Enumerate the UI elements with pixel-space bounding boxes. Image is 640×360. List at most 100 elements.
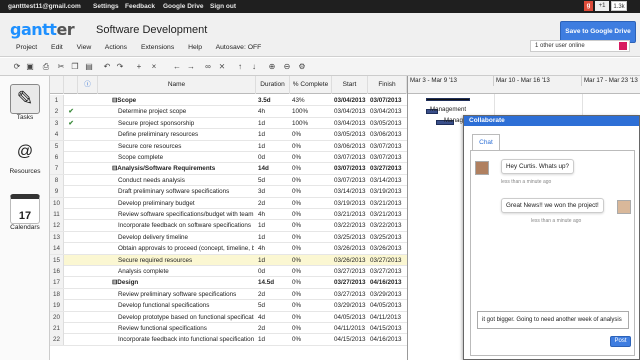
task-duration[interactable]: 2d (256, 198, 288, 209)
task-percent-complete[interactable]: 0% (290, 220, 330, 231)
table-row[interactable]: 1 ⊟Scope 3.5d 43% 03/04/2013 03/07/2013 (50, 95, 407, 107)
task-percent-complete[interactable]: 0% (290, 266, 330, 277)
table-row[interactable]: 13 Develop delivery timeline 1d 0% 03/25/201… (50, 231, 407, 244)
table-row[interactable]: 8 Conduct needs analysis 5d 0% 03/07/2013 03/… (50, 174, 407, 187)
task-finish[interactable]: 03/06/2013 (368, 129, 406, 140)
column-name[interactable]: Name (98, 76, 256, 94)
collaborate-title[interactable]: Collaborate (464, 116, 639, 126)
task-name[interactable]: Incorporate feedback into functional spe… (112, 334, 254, 345)
task-duration[interactable]: 5d (256, 175, 288, 186)
task-percent-complete[interactable]: 0% (290, 163, 330, 174)
task-start[interactable]: 03/04/2013 (332, 95, 368, 106)
task-percent-complete[interactable]: 0% (290, 243, 330, 254)
insert-task-icon[interactable]: + (134, 62, 144, 72)
task-finish[interactable]: 03/04/2013 (368, 106, 406, 117)
tab-chat[interactable]: Chat (472, 134, 500, 151)
document-title[interactable]: Software Development (96, 24, 207, 36)
task-percent-complete[interactable]: 0% (290, 277, 330, 288)
task-finish[interactable]: 03/19/2013 (368, 186, 406, 197)
task-name[interactable]: Develop functional specifications (112, 300, 254, 311)
task-duration[interactable]: 14.5d (256, 277, 288, 288)
task-duration[interactable]: 1d (256, 334, 288, 345)
move-up-icon[interactable]: ↑ (235, 62, 245, 72)
table-row[interactable]: 10 Develop preliminary budget 2d 0% 03/19/20… (50, 197, 407, 209)
table-row[interactable]: 12 Incorporate feedback on software speci… (50, 220, 407, 232)
table-row[interactable]: 6 Scope complete 0d 0% 03/07/2013 03/07/2013 (50, 152, 407, 164)
task-duration[interactable]: 0d (256, 266, 288, 277)
sign-out-link[interactable]: Sign out (210, 3, 236, 10)
task-start[interactable]: 03/21/2013 (332, 209, 368, 220)
task-start[interactable]: 03/07/2013 (332, 175, 368, 186)
zoom-out-icon[interactable]: ⊖ (282, 62, 292, 72)
delete-task-icon[interactable]: × (149, 62, 159, 72)
task-percent-complete[interactable]: 0% (290, 186, 330, 197)
google-drive-link[interactable]: Google Drive (163, 3, 203, 10)
task-percent-complete[interactable]: 0% (290, 323, 330, 334)
menu-edit[interactable]: Edit (51, 44, 63, 51)
gantter-logo[interactable]: gantter (10, 20, 75, 39)
table-row[interactable]: 7 ⊟Analysis/Software Requirements 14d 0% 03/… (50, 163, 407, 175)
task-finish[interactable]: 04/11/2013 (368, 312, 406, 323)
task-percent-complete[interactable]: 0% (290, 334, 330, 345)
task-name[interactable]: Analysis complete (112, 266, 254, 277)
table-row[interactable]: 9 Draft preliminary software specificatio… (50, 186, 407, 198)
task-name[interactable]: Scope complete (112, 152, 254, 163)
task-start[interactable]: 03/07/2013 (332, 163, 368, 174)
task-name[interactable]: Obtain approvals to proceed (concept, ti… (112, 243, 254, 254)
task-finish[interactable]: 04/15/2013 (368, 323, 406, 334)
task-finish[interactable]: 03/21/2013 (368, 209, 406, 220)
move-down-icon[interactable]: ↓ (249, 62, 259, 72)
task-name[interactable]: ⊟Design (112, 277, 254, 288)
task-duration[interactable]: 1d (256, 129, 288, 140)
task-start[interactable]: 03/22/2013 (332, 220, 368, 231)
task-finish[interactable]: 03/14/2013 (368, 175, 406, 186)
task-duration[interactable]: 2d (256, 289, 288, 300)
table-row[interactable]: 17 ⊟Design 14.5d 0% 03/27/2013 04/16/2013 (50, 277, 407, 289)
table-row[interactable]: 20 Develop prototype based on functional … (50, 311, 407, 323)
task-finish[interactable]: 04/16/2013 (368, 334, 406, 345)
column-start[interactable]: Start (332, 76, 368, 94)
refresh-icon[interactable]: ⟳ (12, 62, 22, 72)
task-start[interactable]: 03/27/2013 (332, 266, 368, 277)
task-name[interactable]: Determine project scope (112, 106, 254, 117)
task-name[interactable]: Develop preliminary budget (112, 198, 254, 209)
table-row[interactable]: 2 ✔ Determine project scope 4h 100% 03/04/201… (50, 106, 407, 118)
settings-link[interactable]: Settings (93, 3, 119, 10)
task-finish[interactable]: 03/27/2013 (368, 266, 406, 277)
autosave-status[interactable]: Autosave: OFF (216, 44, 262, 51)
task-finish[interactable]: 03/27/2013 (368, 163, 406, 174)
task-percent-complete[interactable]: 0% (290, 300, 330, 311)
task-finish[interactable]: 03/07/2013 (368, 95, 406, 106)
table-row[interactable]: 4 Define preliminary resources 1d 0% 03/05/2… (50, 129, 407, 141)
menu-help[interactable]: Help (188, 44, 202, 51)
task-name[interactable]: Conduct needs analysis (112, 175, 254, 186)
summary-bar[interactable] (426, 98, 470, 101)
task-finish[interactable]: 03/21/2013 (368, 198, 406, 209)
table-row[interactable]: 11 Review software specifications/budget … (50, 209, 407, 221)
menu-actions[interactable]: Actions (105, 44, 127, 51)
print-icon[interactable]: ⎙ (41, 62, 51, 72)
task-name[interactable]: Review functional specifications (112, 323, 254, 334)
task-percent-complete[interactable]: 0% (290, 312, 330, 323)
task-duration[interactable]: 0d (256, 152, 288, 163)
task-name[interactable]: Define preliminary resources (112, 129, 254, 140)
chat-input[interactable]: it got bigger. Going to need another wee… (477, 311, 629, 329)
table-row[interactable]: 22 Incorporate feedback into functional s… (50, 334, 407, 346)
account-email[interactable]: gantttest11@gmail.com (8, 3, 81, 10)
task-duration[interactable]: 4h (256, 209, 288, 220)
task-start[interactable]: 03/27/2013 (332, 277, 368, 288)
task-start[interactable]: 04/15/2013 (332, 334, 368, 345)
column-finish[interactable]: Finish (368, 76, 407, 94)
task-duration[interactable]: 14d (256, 163, 288, 174)
indent-icon[interactable]: → (186, 62, 196, 72)
task-start[interactable]: 03/04/2013 (332, 106, 368, 117)
post-button[interactable]: Post (610, 336, 631, 347)
cut-icon[interactable]: ✂ (56, 62, 66, 72)
gplus-icon[interactable]: g (584, 1, 593, 11)
task-start[interactable]: 03/05/2013 (332, 129, 368, 140)
task-percent-complete[interactable]: 0% (290, 141, 330, 152)
task-finish[interactable]: 03/27/2013 (368, 255, 406, 266)
paste-icon[interactable]: ▤ (84, 62, 94, 72)
task-finish[interactable]: 03/25/2013 (368, 232, 406, 243)
copy-icon[interactable]: ❐ (70, 62, 80, 72)
